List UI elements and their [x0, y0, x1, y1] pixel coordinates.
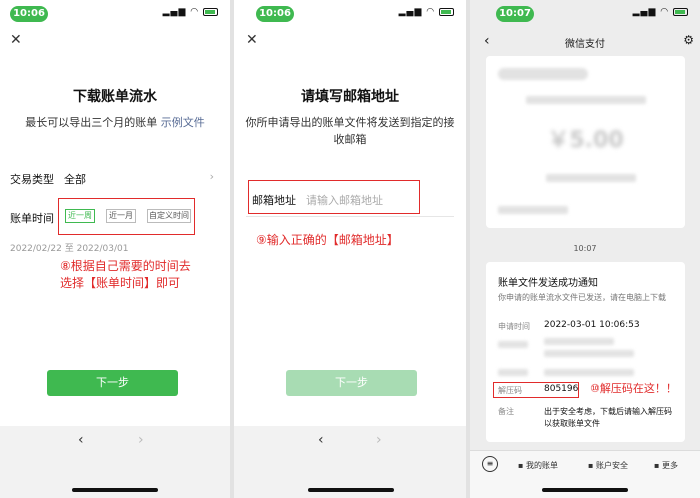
- subtitle-text: 最长可以导出三个月的账单: [25, 116, 158, 129]
- apply-time-label: 申请时间: [498, 322, 530, 331]
- home-indicator: [72, 488, 158, 492]
- battery-icon: [673, 7, 688, 16]
- chip-custom-time[interactable]: 自定义时间: [147, 209, 191, 223]
- unzip-code-value: 805196: [544, 384, 579, 394]
- remark-label: 备注: [498, 407, 514, 416]
- blurred-value: [544, 369, 634, 376]
- example-file-link[interactable]: 示例文件: [161, 116, 205, 129]
- next-button[interactable]: 下一步: [47, 370, 178, 396]
- back-arrow-icon[interactable]: ‹: [78, 432, 84, 448]
- download-bill-panel: 10:06 ▂▄▆ ◠ ✕ 下载账单流水 最长可以导出三个月的账单 示例文件 交…: [0, 0, 230, 498]
- transaction-type-label: 交易类型: [10, 173, 54, 186]
- blurred-merchant: [498, 68, 588, 80]
- blurred-line: [526, 96, 646, 104]
- blurred-value: [544, 350, 634, 357]
- next-button-disabled[interactable]: 下一步: [286, 370, 417, 396]
- remark-line-1: 出于安全考虑，下载后请输入解压码: [544, 407, 672, 416]
- date-range: 2022/02/22 至 2022/03/01: [10, 244, 129, 254]
- payment-card[interactable]: ￥5.00: [486, 56, 685, 228]
- home-indicator: [308, 488, 394, 492]
- subtitle-line-2: 收邮箱: [333, 133, 367, 146]
- close-icon[interactable]: ✕: [246, 32, 258, 48]
- battery-icon: [439, 7, 454, 16]
- header-title: 微信支付: [565, 39, 605, 50]
- forward-arrow-icon[interactable]: ›: [138, 432, 144, 448]
- divider: [246, 216, 454, 217]
- menu-more[interactable]: ▪ 更多: [654, 460, 678, 471]
- annotation-line-1: ⑧根据自己需要的时间去: [60, 259, 191, 273]
- menu-label: 我的账单: [525, 461, 558, 470]
- blurred-line: [498, 206, 568, 214]
- annotation-text: ⑩解压码在这！！: [590, 382, 677, 395]
- keyboard-icon[interactable]: ≡: [482, 456, 498, 472]
- status-icons: ▂▄▆ ◠: [163, 7, 218, 17]
- status-time: 10:06: [256, 6, 294, 22]
- page-title: 下载账单流水: [73, 89, 157, 105]
- annotation-text: ⑨输入正确的【邮箱地址】: [256, 233, 399, 247]
- chat-time: 10:07: [573, 244, 597, 253]
- blurred-label: [498, 341, 528, 348]
- signal-icon: ▂▄▆: [398, 7, 423, 17]
- transaction-type-value[interactable]: 全部: [64, 171, 86, 187]
- wechat-pay-panel: 10:07 ▂▄▆ ◠ ‹ 微信支付 ⚙ ￥5.00 10:07 账单文件发送成…: [470, 0, 700, 498]
- notice-title: 账单文件发送成功通知: [498, 278, 598, 289]
- annotation-line-2: 选择【账单时间】即可: [60, 276, 181, 290]
- remark-line-2: 以获取账单文件: [544, 419, 600, 428]
- menu-my-bill[interactable]: ▪ 我的账单: [518, 460, 558, 471]
- chip-last-month[interactable]: 近一月: [106, 209, 136, 223]
- status-time: 10:07: [496, 6, 534, 22]
- subtitle-line-1: 你所申请导出的账单文件将发送到指定的接: [245, 116, 455, 129]
- blurred-label: [498, 369, 528, 376]
- chip-last-week[interactable]: 近一周: [65, 209, 95, 223]
- wifi-icon: ◠: [426, 7, 436, 17]
- back-arrow-icon[interactable]: ‹: [318, 432, 324, 448]
- blurred-value: [544, 338, 614, 345]
- unzip-code-label: 解压码: [498, 386, 522, 395]
- settings-icon[interactable]: ⚙: [683, 33, 694, 47]
- blurred-line: [546, 174, 636, 182]
- page-title: 请填写邮箱地址: [301, 89, 399, 105]
- signal-icon: ▂▄▆: [162, 7, 187, 17]
- notice-card[interactable]: 账单文件发送成功通知 你申请的账单流水文件已发送，请在电脑上下载 申请时间 20…: [486, 262, 685, 442]
- forward-arrow-icon[interactable]: ›: [376, 432, 382, 448]
- signal-icon: ▂▄▆: [632, 7, 657, 17]
- menu-account-security[interactable]: ▪ 账户安全: [588, 460, 628, 471]
- blurred-amount: ￥5.00: [547, 128, 624, 153]
- battery-icon: [203, 7, 218, 16]
- wifi-icon: ◠: [190, 7, 200, 17]
- status-time: 10:06: [10, 6, 48, 22]
- notice-desc: 你申请的账单流水文件已发送，请在电脑上下载: [498, 293, 666, 302]
- status-icons: ▂▄▆ ◠: [399, 7, 454, 17]
- email-panel: 10:06 ▂▄▆ ◠ ✕ 请填写邮箱地址 你所申请导出的账单文件将发送到指定的…: [234, 0, 466, 498]
- chevron-right-icon[interactable]: ›: [210, 170, 214, 183]
- menu-label: 账户安全: [595, 461, 628, 470]
- wifi-icon: ◠: [660, 7, 670, 17]
- email-label: 邮箱地址: [252, 194, 296, 207]
- home-indicator: [542, 488, 628, 492]
- apply-time-value: 2022-03-01 10:06:53: [544, 320, 640, 330]
- menu-label: 更多: [661, 461, 678, 470]
- status-icons: ▂▄▆ ◠: [633, 7, 688, 17]
- close-icon[interactable]: ✕: [10, 32, 22, 48]
- bill-time-label: 账单时间: [10, 212, 54, 225]
- page-subtitle: 最长可以导出三个月的账单 示例文件: [0, 114, 230, 130]
- email-input[interactable]: 请输入邮箱地址: [306, 192, 383, 208]
